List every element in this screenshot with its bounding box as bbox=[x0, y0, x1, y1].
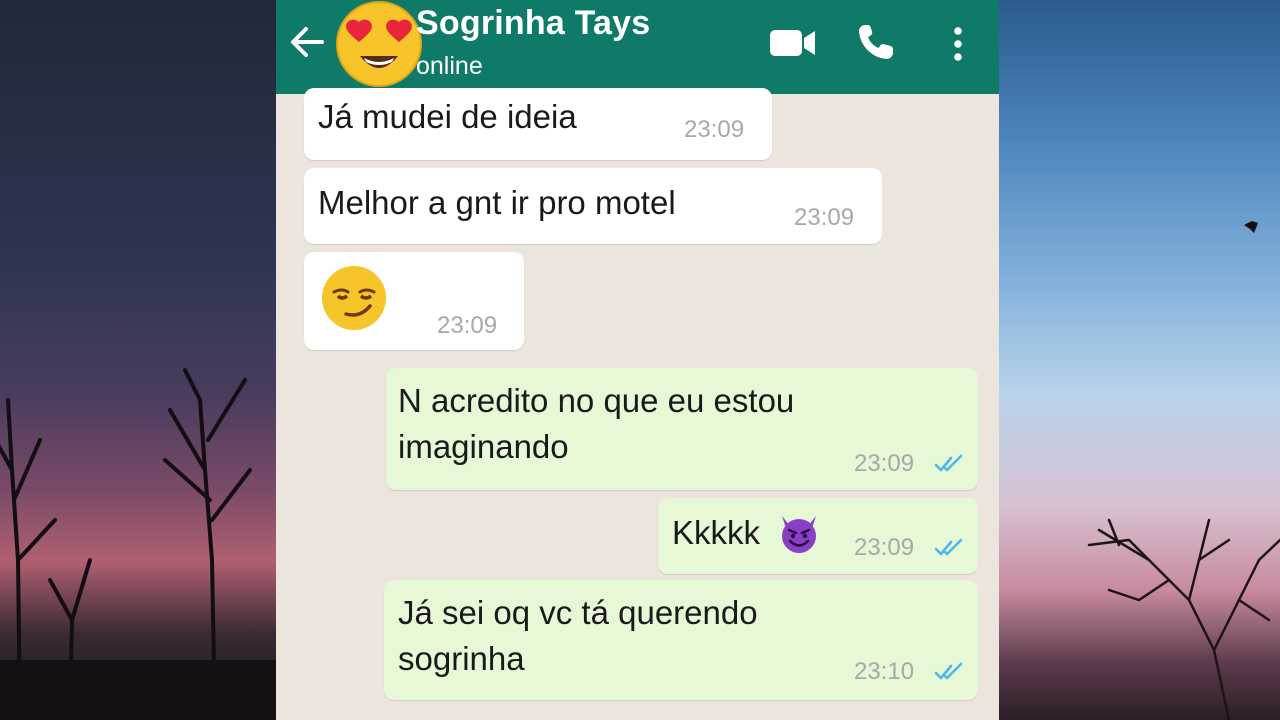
contact-status: online bbox=[416, 52, 483, 80]
message-time: 23:10 bbox=[854, 658, 915, 685]
message-time: 23:09 bbox=[794, 204, 855, 231]
message-text-line: sogrinha bbox=[398, 640, 525, 677]
message-time: 23:09 bbox=[684, 116, 745, 143]
smirking-face-emoji bbox=[322, 266, 386, 330]
message-text: Já mudei de ideia bbox=[318, 98, 577, 135]
bare-tree-silhouette bbox=[1087, 221, 1280, 720]
heart-eyes-emoji-avatar[interactable] bbox=[332, 0, 426, 88]
more-options-icon[interactable] bbox=[944, 24, 972, 64]
video-call-icon[interactable] bbox=[768, 24, 818, 60]
phone-call-icon[interactable] bbox=[856, 22, 896, 62]
message-text-line: N acredito no que eu estou bbox=[398, 382, 795, 419]
back-arrow-icon[interactable] bbox=[288, 24, 328, 60]
outgoing-message[interactable]: Kkkkk 23:09 bbox=[658, 498, 978, 574]
outgoing-message[interactable]: Já sei oq vc tá querendo sogrinha 23:10 bbox=[384, 580, 978, 700]
outgoing-message[interactable]: N acredito no que eu estou imaginando 23… bbox=[386, 368, 978, 490]
message-time: 23:09 bbox=[854, 450, 915, 477]
bird-icon bbox=[1244, 221, 1258, 233]
chat-header: Sogrinha Tays online bbox=[276, 0, 999, 94]
double-check-read-icon bbox=[934, 662, 963, 680]
chat-window: Sogrinha Tays online Já mudei de ideia 2… bbox=[276, 0, 999, 720]
incoming-message[interactable]: 23:09 bbox=[304, 252, 524, 350]
smiling-imp-emoji bbox=[782, 516, 816, 553]
contact-name[interactable]: Sogrinha Tays bbox=[416, 4, 650, 43]
incoming-message[interactable]: Melhor a gnt ir pro motel 23:09 bbox=[304, 168, 882, 244]
double-check-read-icon bbox=[934, 538, 963, 556]
message-time: 23:09 bbox=[437, 312, 498, 339]
background-right-sky bbox=[999, 0, 1280, 720]
background-left-sunset bbox=[0, 0, 276, 720]
message-list: Já mudei de ideia 23:09 Melhor a gnt ir … bbox=[276, 88, 999, 720]
message-time: 23:09 bbox=[854, 534, 915, 561]
message-text-line: Já sei oq vc tá querendo bbox=[398, 594, 758, 631]
tree-silhouette bbox=[0, 368, 276, 720]
double-check-read-icon bbox=[934, 454, 963, 472]
incoming-message[interactable]: Já mudei de ideia 23:09 bbox=[304, 88, 772, 160]
message-text-line: imaginando bbox=[398, 428, 569, 465]
message-text: Kkkkk bbox=[672, 514, 761, 551]
message-text: Melhor a gnt ir pro motel bbox=[318, 184, 676, 221]
